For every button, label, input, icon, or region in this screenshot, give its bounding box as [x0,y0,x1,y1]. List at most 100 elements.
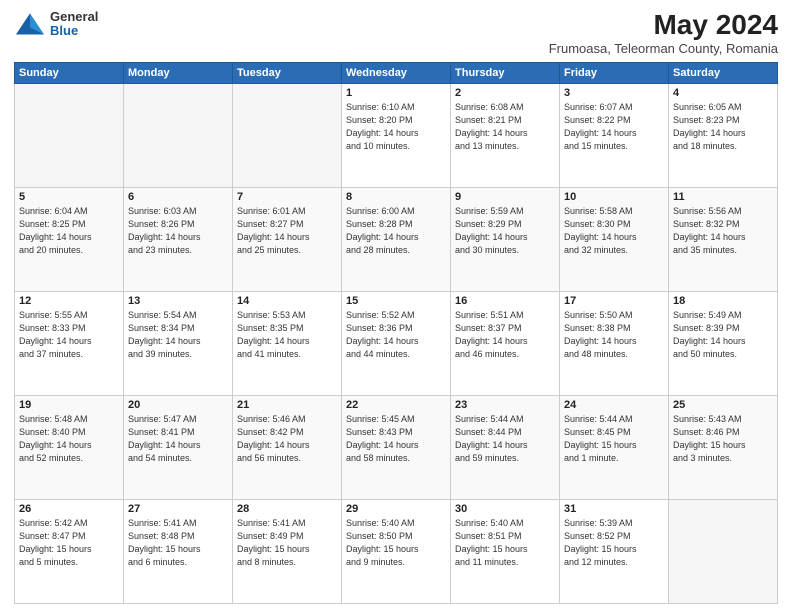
calendar-cell [15,83,124,187]
day-info: Sunrise: 6:08 AM Sunset: 8:21 PM Dayligh… [455,101,555,153]
day-number: 2 [455,87,555,99]
day-number: 18 [673,295,773,307]
month-title: May 2024 [549,10,778,41]
calendar-cell: 6Sunrise: 6:03 AM Sunset: 8:26 PM Daylig… [124,187,233,291]
day-info: Sunrise: 5:40 AM Sunset: 8:50 PM Dayligh… [346,517,446,569]
day-info: Sunrise: 5:44 AM Sunset: 8:45 PM Dayligh… [564,413,664,465]
day-number: 26 [19,503,119,515]
calendar-cell: 15 Sunrise: 5:52 AM Sunset: 8:36 PM Dayli… [342,291,451,395]
day-info: Sunrise: 5:56 AM Sunset: 8:32 PM Dayligh… [673,205,773,257]
day-number: 5 [19,191,119,203]
weekday-header-wednesday: Wednesday [342,62,451,83]
day-info: Sunrise: 5:51 AM Sunset: 8:37 PM Dayligh… [455,309,555,361]
logo-text: General Blue [50,10,98,39]
logo-blue: Blue [50,24,98,38]
day-number: 19 [19,399,119,411]
weekday-header-friday: Friday [560,62,669,83]
day-number: 3 [564,87,664,99]
day-number: 12 [19,295,119,307]
calendar-page: General Blue May 2024 Frumoasa, Teleorma… [0,0,792,612]
calendar-cell: 30 Sunrise: 5:40 AM Sunset: 8:51 PM Dayli… [451,499,560,603]
day-info: Sunrise: 5:59 AM Sunset: 8:29 PM Dayligh… [455,205,555,257]
day-number: 15 [346,295,446,307]
calendar-cell: 11 Sunrise: 5:56 AM Sunset: 8:32 PM Dayli… [669,187,778,291]
day-number: 31 [564,503,664,515]
day-number: 30 [455,503,555,515]
weekday-header-sunday: Sunday [15,62,124,83]
day-info: Sunrise: 5:52 AM Sunset: 8:36 PM Dayligh… [346,309,446,361]
day-info: Sunrise: 5:40 AM Sunset: 8:51 PM Dayligh… [455,517,555,569]
day-info: Sunrise: 5:42 AM Sunset: 8:47 PM Dayligh… [19,517,119,569]
calendar-week-3: 19Sunrise: 5:48 AM Sunset: 8:40 PM Dayli… [15,395,778,499]
day-info: Sunrise: 5:39 AM Sunset: 8:52 PM Dayligh… [564,517,664,569]
calendar-week-4: 26 Sunrise: 5:42 AM Sunset: 8:47 PM Dayli… [15,499,778,603]
day-info: Sunrise: 5:55 AM Sunset: 8:33 PM Dayligh… [19,309,119,361]
day-number: 14 [237,295,337,307]
calendar-cell: 5 Sunrise: 6:04 AM Sunset: 8:25 PM Daylig… [15,187,124,291]
calendar-cell: 1Sunrise: 6:10 AM Sunset: 8:20 PM Daylig… [342,83,451,187]
day-info: Sunrise: 6:05 AM Sunset: 8:23 PM Dayligh… [673,101,773,153]
day-number: 20 [128,399,228,411]
logo: General Blue [14,10,98,39]
day-number: 16 [455,295,555,307]
calendar-cell: 9 Sunrise: 5:59 AM Sunset: 8:29 PM Daylig… [451,187,560,291]
page-header: General Blue May 2024 Frumoasa, Teleorma… [14,10,778,56]
calendar-cell [124,83,233,187]
weekday-header-tuesday: Tuesday [233,62,342,83]
calendar-cell: 4 Sunrise: 6:05 AM Sunset: 8:23 PM Daylig… [669,83,778,187]
day-number: 6 [128,191,228,203]
day-info: Sunrise: 6:04 AM Sunset: 8:25 PM Dayligh… [19,205,119,257]
day-number: 4 [673,87,773,99]
day-number: 24 [564,399,664,411]
day-info: Sunrise: 5:54 AM Sunset: 8:34 PM Dayligh… [128,309,228,361]
day-info: Sunrise: 6:00 AM Sunset: 8:28 PM Dayligh… [346,205,446,257]
calendar-week-0: 1Sunrise: 6:10 AM Sunset: 8:20 PM Daylig… [15,83,778,187]
calendar-cell: 31 Sunrise: 5:39 AM Sunset: 8:52 PM Dayli… [560,499,669,603]
day-number: 1 [346,87,446,99]
calendar-week-1: 5 Sunrise: 6:04 AM Sunset: 8:25 PM Daylig… [15,187,778,291]
weekday-header-row: SundayMondayTuesdayWednesdayThursdayFrid… [15,62,778,83]
calendar-cell: 27Sunrise: 5:41 AM Sunset: 8:48 PM Dayli… [124,499,233,603]
calendar-cell [233,83,342,187]
calendar-cell [669,499,778,603]
day-info: Sunrise: 5:41 AM Sunset: 8:49 PM Dayligh… [237,517,337,569]
logo-icon [14,10,46,38]
calendar-cell: 7 Sunrise: 6:01 AM Sunset: 8:27 PM Daylig… [233,187,342,291]
calendar-cell: 23Sunrise: 5:44 AM Sunset: 8:44 PM Dayli… [451,395,560,499]
day-info: Sunrise: 5:58 AM Sunset: 8:30 PM Dayligh… [564,205,664,257]
weekday-header-thursday: Thursday [451,62,560,83]
day-number: 13 [128,295,228,307]
calendar-cell: 10 Sunrise: 5:58 AM Sunset: 8:30 PM Dayli… [560,187,669,291]
calendar-cell: 18 Sunrise: 5:49 AM Sunset: 8:39 PM Dayli… [669,291,778,395]
calendar-cell: 26 Sunrise: 5:42 AM Sunset: 8:47 PM Dayli… [15,499,124,603]
day-info: Sunrise: 5:45 AM Sunset: 8:43 PM Dayligh… [346,413,446,465]
calendar-cell: 20Sunrise: 5:47 AM Sunset: 8:41 PM Dayli… [124,395,233,499]
day-info: Sunrise: 6:01 AM Sunset: 8:27 PM Dayligh… [237,205,337,257]
day-info: Sunrise: 5:53 AM Sunset: 8:35 PM Dayligh… [237,309,337,361]
calendar-cell: 13 Sunrise: 5:54 AM Sunset: 8:34 PM Dayli… [124,291,233,395]
calendar-cell: 21Sunrise: 5:46 AM Sunset: 8:42 PM Dayli… [233,395,342,499]
day-number: 10 [564,191,664,203]
day-number: 9 [455,191,555,203]
day-number: 29 [346,503,446,515]
day-info: Sunrise: 5:49 AM Sunset: 8:39 PM Dayligh… [673,309,773,361]
day-number: 11 [673,191,773,203]
location-subtitle: Frumoasa, Teleorman County, Romania [549,41,778,56]
day-number: 7 [237,191,337,203]
calendar-cell: 17Sunrise: 5:50 AM Sunset: 8:38 PM Dayli… [560,291,669,395]
calendar-cell: 29 Sunrise: 5:40 AM Sunset: 8:50 PM Dayli… [342,499,451,603]
calendar-cell: 8 Sunrise: 6:00 AM Sunset: 8:28 PM Daylig… [342,187,451,291]
day-info: Sunrise: 5:50 AM Sunset: 8:38 PM Dayligh… [564,309,664,361]
weekday-header-monday: Monday [124,62,233,83]
calendar-cell: 25Sunrise: 5:43 AM Sunset: 8:46 PM Dayli… [669,395,778,499]
day-info: Sunrise: 5:44 AM Sunset: 8:44 PM Dayligh… [455,413,555,465]
calendar-week-2: 12 Sunrise: 5:55 AM Sunset: 8:33 PM Dayli… [15,291,778,395]
day-info: Sunrise: 5:43 AM Sunset: 8:46 PM Dayligh… [673,413,773,465]
day-number: 8 [346,191,446,203]
day-number: 22 [346,399,446,411]
calendar-cell: 22 Sunrise: 5:45 AM Sunset: 8:43 PM Dayli… [342,395,451,499]
day-info: Sunrise: 6:07 AM Sunset: 8:22 PM Dayligh… [564,101,664,153]
day-number: 21 [237,399,337,411]
calendar-table: SundayMondayTuesdayWednesdayThursdayFrid… [14,62,778,604]
weekday-header-saturday: Saturday [669,62,778,83]
